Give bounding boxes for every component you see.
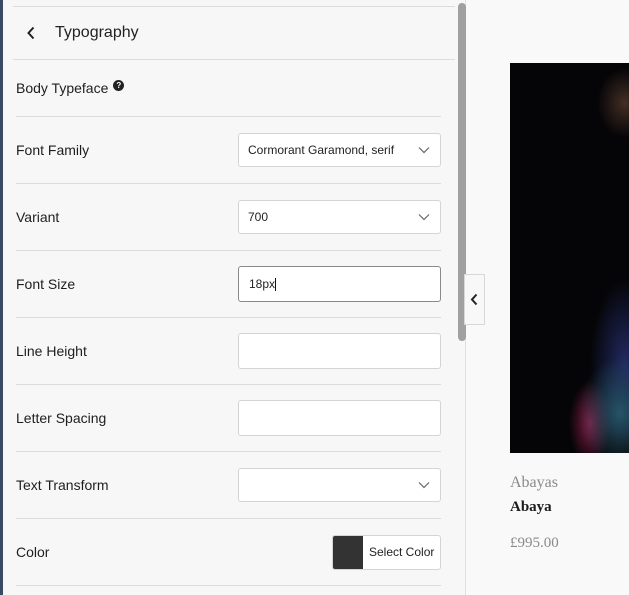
- field-color: Color Select Color: [16, 519, 441, 586]
- letter-spacing-input[interactable]: [238, 400, 441, 436]
- field-variant: Variant 700: [16, 184, 441, 251]
- field-letter-spacing: Letter Spacing: [16, 385, 441, 452]
- field-label: Variant: [16, 209, 60, 225]
- text-caret: [275, 278, 277, 292]
- chevron-down-icon: [418, 213, 432, 221]
- field-label: Text Transform: [16, 477, 109, 493]
- field-font-size: Font Size 18px: [16, 251, 441, 318]
- product-price: £995.00: [510, 535, 559, 551]
- panel-header: Typography: [13, 6, 455, 60]
- field-label: Line Height: [16, 343, 87, 359]
- chevron-left-icon: [470, 293, 478, 306]
- customizer-panel: Typography Body Typeface ? Font Family C…: [3, 0, 466, 595]
- collapse-panel-button[interactable]: [464, 274, 485, 325]
- field-label: Letter Spacing: [16, 410, 107, 426]
- product-category[interactable]: Abayas: [510, 474, 558, 492]
- select-color-button[interactable]: Select Color: [332, 534, 441, 570]
- chevron-down-icon: [418, 481, 432, 489]
- field-font-family: Font Family Cormorant Garamond, serif: [16, 117, 441, 184]
- font-family-select[interactable]: Cormorant Garamond, serif: [238, 133, 441, 167]
- select-value: Cormorant Garamond, serif: [248, 143, 395, 157]
- font-size-input[interactable]: 18px: [238, 266, 441, 302]
- chevron-down-icon: [418, 146, 432, 154]
- chevron-left-icon: [27, 26, 35, 39]
- panel-title: Typography: [55, 23, 139, 41]
- select-value: 700: [248, 210, 269, 224]
- help-icon[interactable]: ?: [113, 80, 125, 91]
- product-image[interactable]: [510, 63, 629, 453]
- line-height-input[interactable]: [238, 333, 441, 369]
- field-label: Color: [16, 544, 50, 560]
- back-button[interactable]: [17, 19, 45, 47]
- field-label: Font Size: [16, 276, 76, 292]
- color-swatch: [333, 535, 363, 569]
- select-color-label: Select Color: [369, 545, 435, 559]
- text-transform-select[interactable]: [238, 468, 441, 502]
- site-preview: Abayas Abaya £995.00: [466, 0, 629, 595]
- section-label: Body Typeface: [16, 79, 109, 96]
- field-line-height: Line Height: [16, 318, 441, 385]
- input-value: 18px: [249, 276, 276, 291]
- field-label: Font Family: [16, 142, 90, 158]
- field-text-transform: Text Transform: [16, 452, 441, 519]
- variant-select[interactable]: 700: [238, 200, 441, 234]
- product-name[interactable]: Abaya: [510, 499, 552, 516]
- section-body-typeface: Body Typeface ?: [16, 59, 441, 117]
